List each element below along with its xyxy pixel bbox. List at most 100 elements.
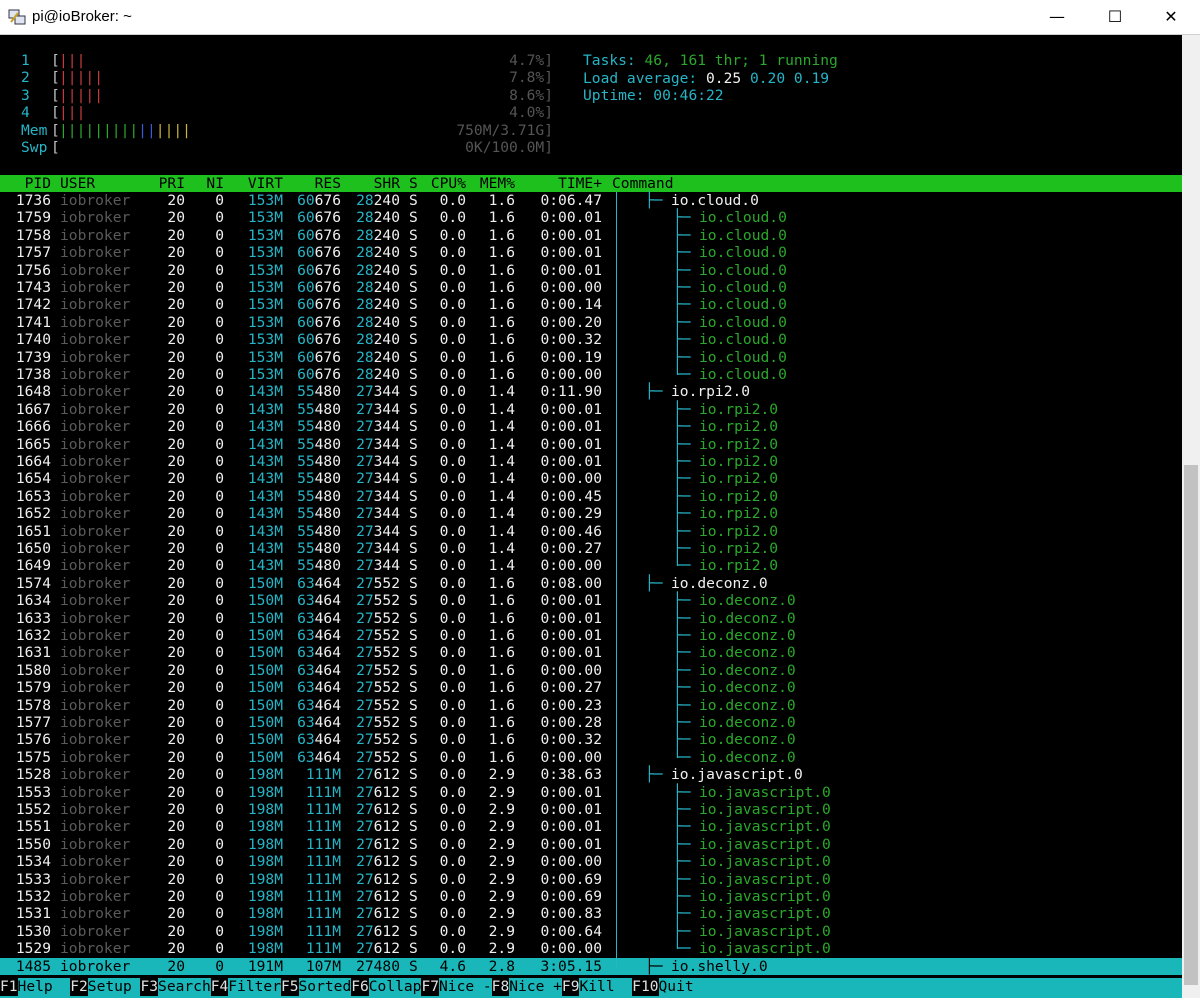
process-shr-high: 28: [356, 348, 374, 366]
column-header-pri[interactable]: PRI: [159, 175, 185, 192]
column-header-ni[interactable]: NI: [206, 175, 224, 192]
function-key-f7[interactable]: F7: [421, 978, 440, 996]
process-user: iobroker: [60, 209, 131, 227]
process-pid: 1533: [15, 870, 51, 888]
column-header-user[interactable]: USER: [60, 175, 95, 192]
function-key-label-sorted[interactable]: Sorted: [299, 978, 352, 996]
process-row[interactable]: 1667 iobroker 20 0 143M 55480 27344 S 0.0 1.4 0:00…: [0, 401, 1182, 418]
process-row[interactable]: 1653 iobroker 20 0 143M 55480 27344 S 0.0 1.4 0:00…: [0, 488, 1182, 505]
function-key-label-setup[interactable]: Setup: [88, 978, 132, 996]
function-key-f1[interactable]: F1: [0, 978, 18, 996]
process-res-high: 63: [297, 574, 315, 592]
process-row[interactable]: 1743 iobroker 20 0 153M 60676 28240 S 0.0 1.6 0:00…: [0, 279, 1182, 296]
process-row[interactable]: 1574 iobroker 20 0 150M 63464 27552 S 0.0 1.6 0:08…: [0, 575, 1182, 592]
column-header-time[interactable]: TIME+: [558, 175, 602, 192]
function-key-f10[interactable]: F10: [632, 978, 659, 996]
process-row[interactable]: 1633 iobroker 20 0 150M 63464 27552 S 0.0 1.6 0:00…: [0, 610, 1182, 627]
function-key-f6[interactable]: F6: [351, 978, 369, 996]
process-row[interactable]: 1666 iobroker 20 0 143M 55480 27344 S 0.0 1.4 0:00…: [0, 418, 1182, 435]
process-row[interactable]: 1531 iobroker 20 0 198M 111M 27612 S 0.0 2.9 0:00.…: [0, 905, 1182, 922]
process-row[interactable]: 1648 iobroker 20 0 143M 55480 27344 S 0.0 1.4 0:11…: [0, 383, 1182, 400]
process-row[interactable]: 1551 iobroker 20 0 198M 111M 27612 S 0.0 2.9 0:00.…: [0, 818, 1182, 835]
process-row[interactable]: 1552 iobroker 20 0 198M 111M 27612 S 0.0 2.9 0:00.…: [0, 801, 1182, 818]
process-s: S: [409, 244, 418, 262]
process-row[interactable]: 1739 iobroker 20 0 153M 60676 28240 S 0.0 1.6 0:00…: [0, 349, 1182, 366]
process-row[interactable]: 1632 iobroker 20 0 150M 63464 27552 S 0.0 1.6 0:00…: [0, 627, 1182, 644]
process-row[interactable]: 1650 iobroker 20 0 143M 55480 27344 S 0.0 1.4 0:00…: [0, 540, 1182, 557]
process-s: S: [409, 418, 418, 436]
process-table-header[interactable]: PID USER PRI NI VIRT RES SHR S CPU% MEM% TIME+ Comm…: [0, 175, 1182, 192]
title-bar[interactable]: pi@ioBroker: ~ — ☐ ✕: [0, 0, 1200, 35]
function-key-label-filter[interactable]: Filter: [228, 978, 281, 996]
column-header-res[interactable]: RES: [315, 175, 341, 192]
process-row[interactable]: 1534 iobroker 20 0 198M 111M 27612 S 0.0 2.9 0:00.…: [0, 853, 1182, 870]
function-key-f4[interactable]: F4: [210, 978, 229, 996]
function-key-f9[interactable]: F9: [561, 978, 580, 996]
process-row[interactable]: 1532 iobroker 20 0 198M 111M 27612 S 0.0 2.9 0:00.…: [0, 888, 1182, 905]
process-row[interactable]: 1530 iobroker 20 0 198M 111M 27612 S 0.0 2.9 0:00.…: [0, 923, 1182, 940]
function-key-label-nice[interactable]: Nice -: [439, 978, 492, 996]
scrollbar-thumb[interactable]: [1184, 465, 1198, 985]
process-row[interactable]: 1577 iobroker 20 0 150M 63464 27552 S 0.0 1.6 0:00…: [0, 714, 1182, 731]
process-row[interactable]: 1631 iobroker 20 0 150M 63464 27552 S 0.0 1.6 0:00…: [0, 644, 1182, 661]
process-row[interactable]: 1758 iobroker 20 0 153M 60676 28240 S 0.0 1.6 0:00…: [0, 227, 1182, 244]
process-row[interactable]: 1485 iobroker 20 0 191M 107M 27480 S 4.6 2.8 3:05.…: [0, 957, 1182, 975]
process-row[interactable]: 1575 iobroker 20 0 150M 63464 27552 S 0.0 1.6 0:00…: [0, 749, 1182, 766]
process-row[interactable]: 1756 iobroker 20 0 153M 60676 28240 S 0.0 1.6 0:00…: [0, 262, 1182, 279]
column-header-virt[interactable]: VIRT: [248, 175, 283, 192]
process-row[interactable]: 1741 iobroker 20 0 153M 60676 28240 S 0.0 1.6 0:00…: [0, 314, 1182, 331]
process-row[interactable]: 1550 iobroker 20 0 198M 111M 27612 S 0.0 2.9 0:00.…: [0, 836, 1182, 853]
process-row[interactable]: 1757 iobroker 20 0 153M 60676 28240 S 0.0 1.6 0:00…: [0, 244, 1182, 261]
process-row[interactable]: 1553 iobroker 20 0 198M 111M 27612 S 0.0 2.9 0:00.…: [0, 784, 1182, 801]
function-key-f5[interactable]: F5: [280, 978, 299, 996]
process-pid: 1743: [15, 279, 51, 296]
process-shr: 28240: [356, 296, 400, 313]
column-header-cpu[interactable]: CPU%: [431, 175, 466, 192]
process-row[interactable]: 1652 iobroker 20 0 143M 55480 27344 S 0.0 1.4 0:00…: [0, 505, 1182, 522]
process-user: iobroker: [60, 453, 131, 470]
function-key-label-quit[interactable]: Quit: [659, 978, 694, 996]
process-row[interactable]: 1736 iobroker 20 0 153M 60676 28240 S 0.0 1.6 0:06…: [0, 192, 1182, 209]
process-mem: 1.4: [488, 418, 515, 436]
process-row[interactable]: 1580 iobroker 20 0 150M 63464 27552 S 0.0 1.6 0:00…: [0, 662, 1182, 679]
process-row[interactable]: 1738 iobroker 20 0 153M 60676 28240 S 0.0 1.6 0:00…: [0, 366, 1182, 383]
function-key-label-kill[interactable]: Kill: [579, 978, 614, 996]
meter-label: 1: [21, 52, 30, 69]
meter-label: 2: [21, 69, 30, 87]
scrollbar[interactable]: [1182, 35, 1200, 998]
function-key-label-collap[interactable]: Collap: [369, 978, 422, 996]
process-res: 55480: [297, 401, 341, 418]
process-row[interactable]: 1740 iobroker 20 0 153M 60676 28240 S 0.0 1.6 0:00…: [0, 331, 1182, 348]
column-header-s[interactable]: S: [409, 175, 418, 192]
process-ni: 0: [215, 435, 224, 453]
process-row[interactable]: 1634 iobroker 20 0 150M 63464 27552 S 0.0 1.6 0:00…: [0, 592, 1182, 609]
process-row[interactable]: 1649 iobroker 20 0 143M 55480 27344 S 0.0 1.4 0:00…: [0, 557, 1182, 574]
process-row[interactable]: 1578 iobroker 20 0 150M 63464 27552 S 0.0 1.6 0:00…: [0, 697, 1182, 714]
process-row[interactable]: 1665 iobroker 20 0 143M 55480 27344 S 0.0 1.4 0:00…: [0, 436, 1182, 453]
process-row[interactable]: 1759 iobroker 20 0 153M 60676 28240 S 0.0 1.6 0:00…: [0, 209, 1182, 226]
process-row[interactable]: 1651 iobroker 20 0 143M 55480 27344 S 0.0 1.4 0:00…: [0, 523, 1182, 540]
column-header-mem[interactable]: MEM%: [480, 175, 515, 192]
process-mem: 2.9: [488, 940, 515, 958]
process-row[interactable]: 1576 iobroker 20 0 150M 63464 27552 S 0.0 1.6 0:00…: [0, 731, 1182, 748]
process-row[interactable]: 1664 iobroker 20 0 143M 55480 27344 S 0.0 1.4 0:00…: [0, 453, 1182, 470]
process-row[interactable]: 1528 iobroker 20 0 198M 111M 27612 S 0.0 2.9 0:38.…: [0, 766, 1182, 783]
terminal-screen[interactable]: 1[||| 4.7%] 2[||||| 7.8%] 3[||||| 8.6%] 4[||| 4…: [0, 35, 1182, 998]
column-header-pid[interactable]: PID: [25, 175, 51, 192]
process-row[interactable]: 1742 iobroker 20 0 153M 60676 28240 S 0.0 1.6 0:00…: [0, 296, 1182, 313]
close-button[interactable]: ✕: [1142, 0, 1200, 34]
process-row[interactable]: 1579 iobroker 20 0 150M 63464 27552 S 0.0 1.6 0:00…: [0, 679, 1182, 696]
function-key-f2[interactable]: F2: [70, 978, 88, 996]
column-header-command[interactable]: Command: [612, 175, 674, 192]
process-row[interactable]: 1654 iobroker 20 0 143M 55480 27344 S 0.0 1.4 0:00…: [0, 470, 1182, 487]
process-row[interactable]: 1533 iobroker 20 0 198M 111M 27612 S 0.0 2.9 0:00.…: [0, 871, 1182, 888]
process-row[interactable]: 1529 iobroker 20 0 198M 111M 27612 S 0.0 2.9 0:00.…: [0, 940, 1182, 957]
function-key-label-search[interactable]: Search: [158, 978, 211, 996]
function-key-f8[interactable]: F8: [491, 978, 510, 996]
function-key-label-nice[interactable]: Nice +: [509, 978, 562, 996]
maximize-button[interactable]: ☐: [1086, 0, 1144, 34]
function-key-label-help[interactable]: Help: [18, 978, 53, 996]
minimize-button[interactable]: —: [1028, 0, 1086, 34]
function-key-f3[interactable]: F3: [140, 978, 159, 996]
column-header-shr[interactable]: SHR: [374, 175, 400, 192]
